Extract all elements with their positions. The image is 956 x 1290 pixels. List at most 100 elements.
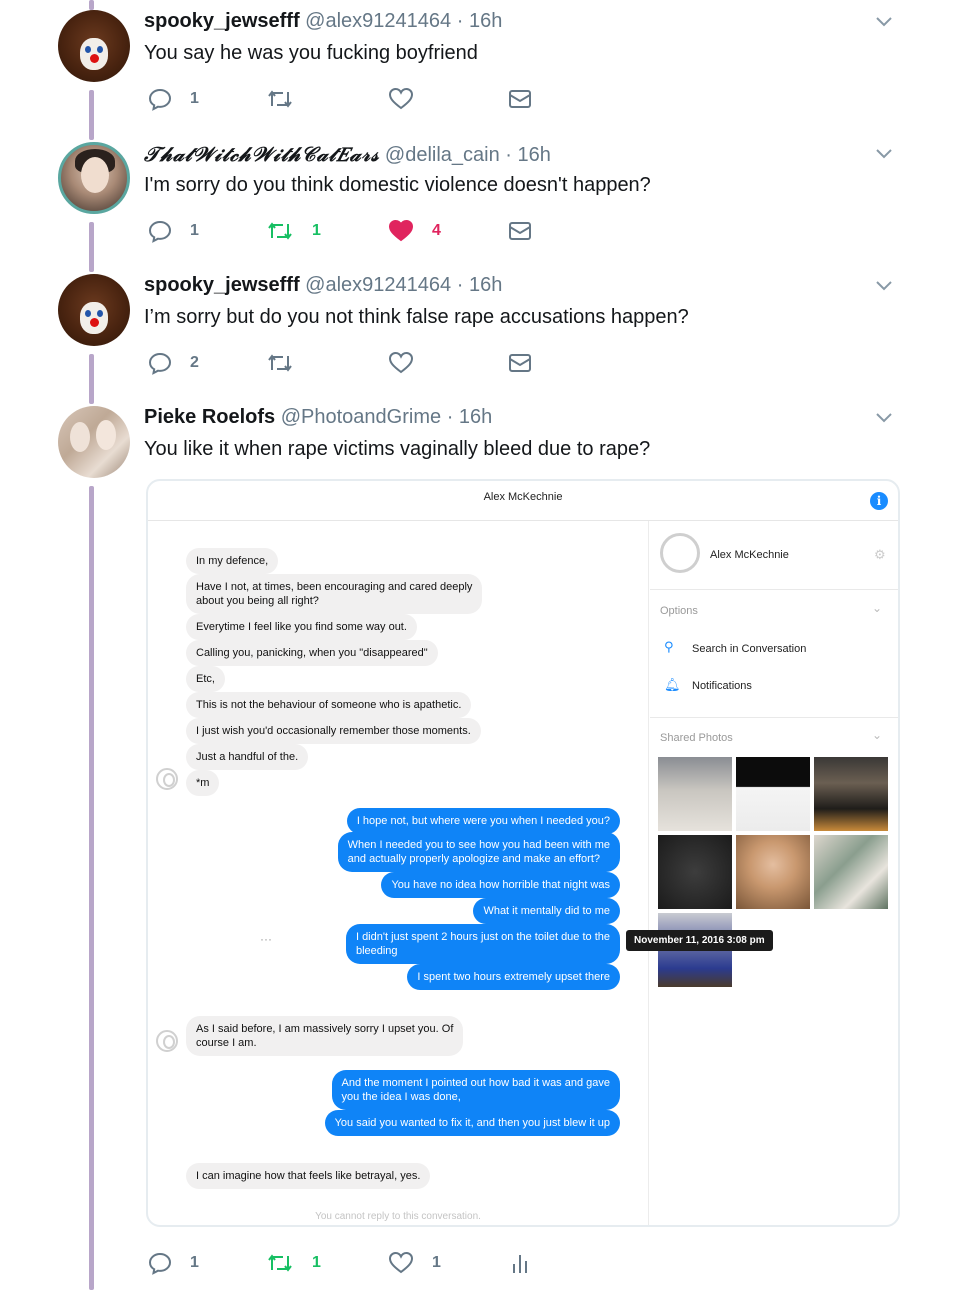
attached-image[interactable]: Alex McKechnie i In my defence, Have I n… xyxy=(146,479,900,1227)
tweet-actions: 1 1 4 xyxy=(144,216,564,246)
tweet-header: spooky_jewsefff @alex91241464 · 16h xyxy=(144,10,503,32)
tweet-header: 𝒯𝒽𝒶𝓉𝒲𝒾𝓉𝒸𝒽𝒲𝒾𝓉𝒽𝒞𝒶𝓉𝐸𝒶𝓇𝓈 @delila_cain · 16h xyxy=(144,142,551,166)
user-handle[interactable]: @delila_cain xyxy=(385,144,500,166)
shared-photo[interactable] xyxy=(736,757,810,831)
gear-icon[interactable]: ⚙ xyxy=(874,547,886,563)
conversation-title: Alex McKechnie xyxy=(483,491,563,503)
reply-button[interactable]: 2 xyxy=(148,348,199,378)
reply-icon xyxy=(148,1252,172,1275)
retweet-icon xyxy=(268,222,292,240)
tweet[interactable]: spooky_jewsefff @alex91241464 · 16h You … xyxy=(0,0,956,130)
message-bubble: In my defence, xyxy=(186,548,279,574)
display-name[interactable]: spooky_jewsefff xyxy=(144,10,300,32)
like-button[interactable] xyxy=(388,84,432,114)
like-button[interactable]: 4 xyxy=(388,216,441,246)
message-bubble: And the moment I pointed out how bad it … xyxy=(331,1070,620,1110)
shared-photo[interactable] xyxy=(814,835,888,909)
user-handle[interactable]: @PhotoandGrime xyxy=(281,406,441,428)
options-header[interactable]: Options xyxy=(660,605,698,617)
display-name[interactable]: Pieke Roelofs xyxy=(144,406,275,428)
retweet-count: 1 xyxy=(312,1254,321,1271)
reply-count: 2 xyxy=(190,354,199,371)
timestamp[interactable]: 16h xyxy=(469,274,502,296)
avatar[interactable] xyxy=(58,10,130,82)
shared-photo[interactable] xyxy=(658,835,732,909)
shared-photos-header[interactable]: Shared Photos xyxy=(660,732,733,744)
analytics-button[interactable] xyxy=(508,1248,532,1278)
no-reply-notice: You cannot reply to this conversation. xyxy=(315,1211,481,1222)
timestamp-tooltip: November 11, 2016 3:08 pm xyxy=(626,930,773,951)
chevron-down-icon[interactable] xyxy=(874,144,894,164)
tweet-header: spooky_jewsefff @alex91241464 · 16h xyxy=(144,274,503,296)
user-handle[interactable]: @alex91241464 xyxy=(305,274,451,296)
reply-icon xyxy=(148,352,172,375)
tweet-actions: 1 1 1 xyxy=(144,1248,564,1278)
avatar[interactable] xyxy=(58,274,130,346)
chevron-down-icon[interactable]: ⌄ xyxy=(872,601,882,615)
timestamp[interactable]: 16h xyxy=(518,144,551,166)
like-button[interactable] xyxy=(388,348,432,378)
message-button[interactable] xyxy=(508,348,532,378)
message-bubble: *m xyxy=(186,770,220,796)
display-name[interactable]: 𝒯𝒽𝒶𝓉𝒲𝒾𝓉𝒸𝒽𝒲𝒾𝓉𝒽𝒞𝒶𝓉𝐸𝒶𝓇𝓈 xyxy=(144,142,379,166)
reply-button[interactable]: 1 xyxy=(148,1248,199,1278)
retweet-button[interactable]: 1 xyxy=(266,1248,321,1278)
timestamp[interactable]: 16h xyxy=(469,10,502,32)
shared-photo[interactable] xyxy=(814,757,888,831)
tweet[interactable]: spooky_jewsefff @alex91241464 · 16h I’m … xyxy=(0,264,956,394)
reply-button[interactable]: 1 xyxy=(148,216,199,246)
message-bubble: I just wish you'd occasionally remember … xyxy=(186,718,481,744)
tweet-text: I'm sorry do you think domestic violence… xyxy=(144,174,651,196)
info-icon: i xyxy=(870,492,888,510)
chevron-down-icon[interactable] xyxy=(874,276,894,296)
message-bubble: What it mentally did to me xyxy=(473,898,620,924)
message-bubble: You have no idea how horrible that night… xyxy=(381,872,620,898)
shared-photo[interactable] xyxy=(736,835,810,909)
message-button[interactable] xyxy=(508,216,532,246)
chevron-down-icon[interactable] xyxy=(874,12,894,32)
tweet-actions: 2 xyxy=(144,348,564,378)
contact-avatar xyxy=(660,533,700,573)
message-bubble: I spent two hours extremely upset there xyxy=(407,964,620,990)
analytics-icon xyxy=(513,1255,527,1273)
envelope-icon xyxy=(509,90,531,108)
envelope-icon xyxy=(509,222,531,240)
avatar[interactable] xyxy=(58,142,130,214)
shared-photo[interactable] xyxy=(658,757,732,831)
message-bubble: As I said before, I am massively sorry I… xyxy=(186,1016,464,1056)
search-in-conversation[interactable]: Search in Conversation xyxy=(692,643,806,655)
envelope-icon xyxy=(509,354,531,372)
more-options-icon[interactable]: ··· xyxy=(260,932,272,946)
tweet[interactable]: 𝒯𝒽𝒶𝓉𝒲𝒾𝓉𝒸𝒽𝒲𝒾𝓉𝒽𝒞𝒶𝓉𝐸𝒶𝓇𝓈 @delila_cain · 16h … xyxy=(0,132,956,262)
retweet-button[interactable] xyxy=(266,84,312,114)
display-name[interactable]: spooky_jewsefff xyxy=(144,274,300,296)
notifications-option[interactable]: Notifications xyxy=(692,680,752,692)
message-bubble: This is not the behaviour of someone who… xyxy=(186,692,472,718)
message-bubble: I can imagine how that feels like betray… xyxy=(186,1163,431,1189)
like-button[interactable]: 1 xyxy=(388,1248,441,1278)
retweet-button[interactable] xyxy=(266,348,312,378)
tweet-text: I’m sorry but do you not think false rap… xyxy=(144,306,689,328)
message-bubble: Everytime I feel like you find some way … xyxy=(186,614,417,640)
avatar[interactable] xyxy=(58,406,130,478)
timestamp[interactable]: 16h xyxy=(459,406,492,428)
heart-icon xyxy=(388,219,414,242)
retweet-count: 1 xyxy=(312,222,321,239)
chevron-down-icon[interactable]: ⌄ xyxy=(872,728,882,742)
message-bubble: Etc, xyxy=(186,666,225,692)
user-handle[interactable]: @alex91241464 xyxy=(305,10,451,32)
heart-icon xyxy=(388,351,414,374)
reply-count: 1 xyxy=(190,1254,199,1271)
contact-avatar xyxy=(156,1030,178,1052)
messenger-header: Alex McKechnie i xyxy=(148,481,898,521)
retweet-button[interactable]: 1 xyxy=(266,216,321,246)
bell-icon: 🔔︎ xyxy=(664,677,681,692)
retweet-icon xyxy=(268,1254,292,1272)
chevron-down-icon[interactable] xyxy=(874,408,894,428)
reply-button[interactable]: 1 xyxy=(148,84,199,114)
retweet-icon xyxy=(268,90,292,108)
message-bubble: You said you wanted to fix it, and then … xyxy=(324,1110,620,1136)
like-count: 4 xyxy=(432,222,441,239)
message-button[interactable] xyxy=(508,84,532,114)
message-bubble: When I needed you to see how you had bee… xyxy=(337,832,620,872)
